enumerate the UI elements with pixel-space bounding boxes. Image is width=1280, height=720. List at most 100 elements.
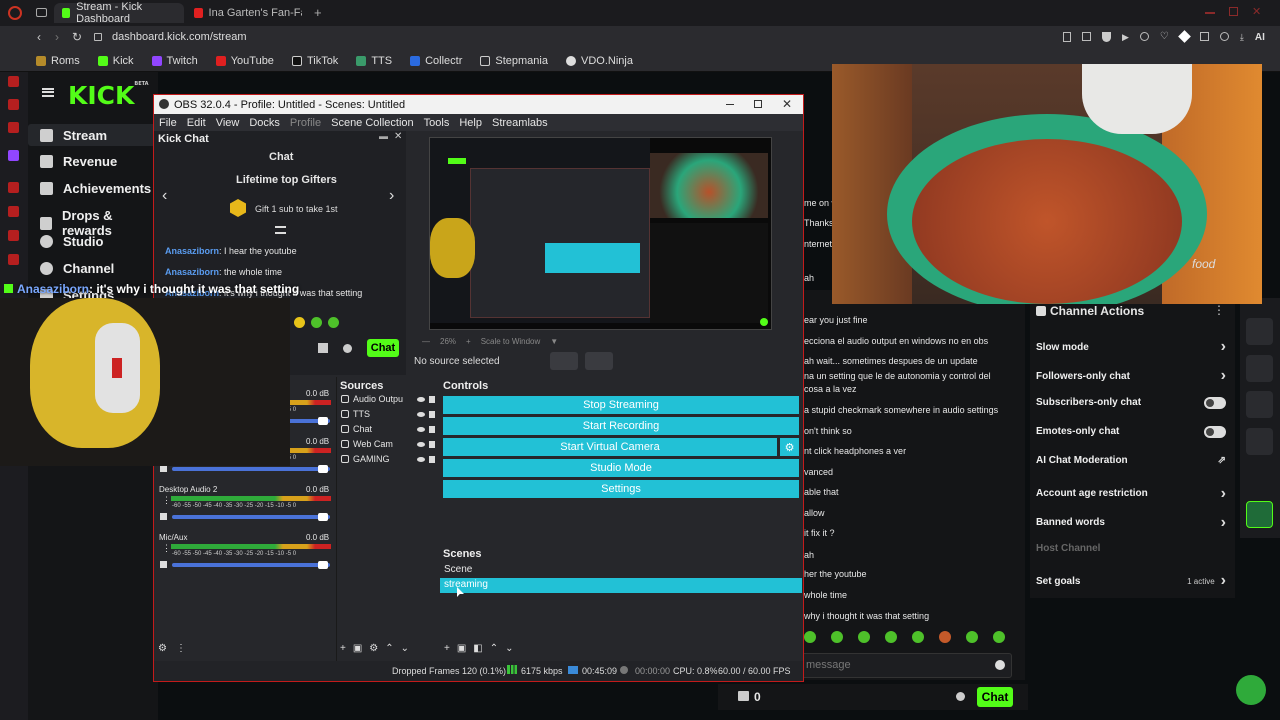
maximize-icon[interactable]: [754, 100, 762, 108]
close-icon[interactable]: ✕: [782, 97, 792, 111]
move-up-icon[interactable]: ⌃: [490, 643, 498, 654]
ai-button[interactable]: AI: [1255, 32, 1265, 43]
chat-username[interactable]: Anasaziborn: [165, 246, 219, 256]
extension-icon[interactable]: [1063, 32, 1071, 42]
chevron-down-icon[interactable]: ▼: [550, 337, 558, 349]
bookmark-twitch[interactable]: Twitch: [151, 55, 198, 67]
control-button-start-recording[interactable]: Start Recording: [443, 417, 799, 435]
tab-kick-dashboard[interactable]: Stream - Kick Dashboard: [54, 1, 184, 25]
menu-item-scene-collection[interactable]: Scene Collection: [331, 117, 414, 129]
delete-icon[interactable]: ▣: [353, 643, 362, 654]
virtual-camera-settings-icon[interactable]: ⚙: [780, 438, 799, 456]
visibility-eye-icon[interactable]: [417, 441, 425, 447]
move-down-icon[interactable]: ⌄: [505, 643, 513, 654]
control-button-studio-mode[interactable]: Studio Mode: [443, 459, 799, 477]
emote-icon[interactable]: [858, 631, 870, 643]
volume-slider-knob[interactable]: [318, 465, 328, 473]
emoji-icon[interactable]: [995, 660, 1005, 670]
channel-action-emotes-only-chat[interactable]: Emotes-only chat: [1036, 425, 1226, 438]
channel-action-account-age-restriction[interactable]: Account age restriction ›: [1036, 485, 1226, 503]
dock-float-icon[interactable]: ▬: [379, 131, 388, 141]
speaker-icon[interactable]: [160, 513, 167, 520]
emote-icon[interactable]: [993, 631, 1005, 643]
browser-logo-icon[interactable]: [8, 6, 22, 20]
channel-action-ai-chat-moderation[interactable]: AI Chat Moderation ⇗: [1036, 455, 1226, 466]
channel-action-slow-mode[interactable]: Slow mode ›: [1036, 338, 1226, 356]
bookmark-collectr[interactable]: Collectr: [410, 55, 462, 67]
toggle-switch[interactable]: [1204, 425, 1226, 438]
menu-item-help[interactable]: Help: [459, 117, 482, 129]
sidebar-item-stream[interactable]: Stream: [40, 128, 107, 143]
menu-item-file[interactable]: File: [159, 117, 177, 129]
source-item[interactable]: TTS: [341, 407, 435, 421]
emote-icon[interactable]: [311, 317, 322, 328]
visibility-eye-icon[interactable]: [417, 396, 425, 402]
next-arrow-icon[interactable]: ›: [389, 187, 394, 205]
control-button-stop-streaming[interactable]: Stop Streaming: [443, 396, 799, 414]
chat-username[interactable]: Anasaziborn: [165, 267, 219, 277]
more-options-icon[interactable]: ⋮: [1213, 303, 1225, 317]
dock-close-icon[interactable]: ✕: [394, 131, 402, 142]
lock-icon[interactable]: [429, 395, 435, 403]
zoom-plus[interactable]: +: [466, 337, 471, 349]
gear-icon[interactable]: ⚙: [369, 643, 378, 654]
menu-icon[interactable]: ⋮: [162, 543, 171, 554]
menu-item-edit[interactable]: Edit: [187, 117, 206, 129]
pinned-icon[interactable]: [275, 226, 286, 234]
move-down-icon[interactable]: ⌄: [401, 643, 409, 654]
minimize-icon[interactable]: [726, 104, 734, 105]
chat-bubble-icon[interactable]: [1246, 318, 1273, 345]
downloads-icon[interactable]: [1139, 32, 1149, 41]
play-icon[interactable]: ▶: [1122, 32, 1129, 43]
channel-action-set-goals[interactable]: Set goals 1 active ›: [1036, 572, 1226, 590]
forward-icon[interactable]: ›: [55, 30, 59, 44]
channel-action-followers-only-chat[interactable]: Followers-only chat ›: [1036, 367, 1226, 385]
emote-icon[interactable]: [912, 631, 924, 643]
sidebar-app-icon[interactable]: [8, 230, 19, 241]
zoom-minus[interactable]: —: [422, 337, 430, 349]
lock-icon[interactable]: [429, 455, 435, 463]
sidebar-item-achievements[interactable]: Achievements: [40, 181, 151, 196]
menu-item-view[interactable]: View: [216, 117, 240, 129]
visibility-eye-icon[interactable]: [417, 456, 425, 462]
sidebar-app-icon[interactable]: [8, 254, 19, 265]
minimize-icon[interactable]: [1205, 12, 1215, 14]
bookmark-tiktok[interactable]: TikTok: [291, 55, 338, 67]
sidebar-app-icon[interactable]: [8, 122, 19, 133]
channel-action-banned-words[interactable]: Banned words ›: [1036, 514, 1226, 532]
visibility-eye-icon[interactable]: [417, 426, 425, 432]
add-source-icon[interactable]: +: [340, 643, 346, 654]
support-icon[interactable]: [1236, 675, 1266, 705]
control-button-settings[interactable]: Settings: [443, 480, 799, 498]
share-icon[interactable]: [1246, 465, 1273, 492]
extension-icon[interactable]: [1082, 32, 1091, 41]
scale-select[interactable]: Scale to Window: [481, 337, 541, 349]
sidebar-item-channel[interactable]: Channel: [40, 261, 114, 276]
emote-icon[interactable]: [294, 317, 305, 328]
menu-icon[interactable]: ⋮: [162, 495, 171, 506]
scene-item-active[interactable]: streaming: [440, 578, 802, 593]
move-up-icon[interactable]: ⌃: [385, 643, 393, 654]
shield-icon[interactable]: [1102, 32, 1111, 42]
lock-icon[interactable]: [429, 440, 435, 448]
download-icon[interactable]: ⤓: [1240, 32, 1244, 43]
source-item[interactable]: GAMING: [341, 452, 435, 466]
back-icon[interactable]: ‹: [37, 30, 41, 44]
bookmark-tts[interactable]: TTS: [356, 55, 392, 67]
kick-logo[interactable]: KICKBETA: [68, 81, 149, 110]
sidebar-app-icon[interactable]: [8, 182, 19, 193]
bookmark-stepmania[interactable]: Stepmania: [480, 55, 548, 67]
delete-icon[interactable]: ▣: [457, 643, 466, 654]
list-icon[interactable]: [1246, 391, 1273, 418]
dock-settings-icon[interactable]: [343, 344, 352, 353]
filters-icon[interactable]: [585, 352, 613, 370]
tab-youtube[interactable]: Ina Garten's Fan-Favo: [186, 3, 310, 23]
lock-icon[interactable]: [429, 410, 435, 418]
url-field[interactable]: dashboard.kick.com/stream: [112, 31, 247, 43]
bookmark-roms[interactable]: Roms: [36, 55, 80, 67]
sidebar-item-studio[interactable]: Studio: [40, 234, 103, 249]
menu-item-profile[interactable]: Profile: [290, 117, 321, 129]
advanced-audio-icon[interactable]: ⚙: [158, 643, 167, 654]
speaker-icon[interactable]: [160, 561, 167, 568]
channel-action-subscribers-only-chat[interactable]: Subscribers-only chat: [1036, 396, 1226, 409]
